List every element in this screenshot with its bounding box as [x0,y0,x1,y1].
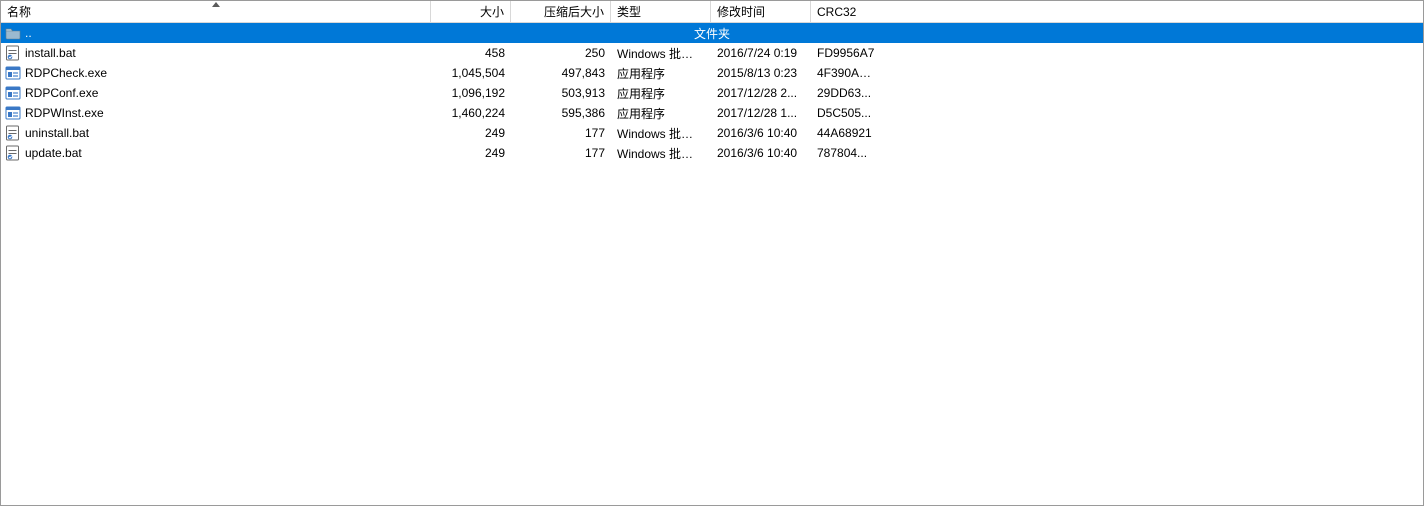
file-list-panel: 名称 大小 压缩后大小 类型 修改时间 CRC32 .. 文件夹 [0,0,1424,506]
file-compressed-size: 250 [511,46,611,60]
column-header-modified[interactable]: 修改时间 [711,1,811,22]
file-list-body: .. 文件夹 install.bat458250Windows 批处理...20… [1,23,1423,163]
column-header-compressed-size[interactable]: 压缩后大小 [511,1,611,22]
file-name: install.bat [25,46,76,60]
file-size: 249 [431,126,511,140]
parent-folder-row[interactable]: .. 文件夹 [1,23,1423,43]
file-type: Windows 批处理... [611,125,711,142]
file-type: 应用程序 [611,65,711,82]
file-row[interactable]: uninstall.bat 249177Windows 批处理...2016/3/… [1,123,1423,143]
file-crc32: D5C505... [811,106,881,120]
file-modified: 2017/12/28 2... [711,86,811,100]
file-modified: 2016/3/6 10:40 [711,146,811,160]
file-compressed-size: 595,386 [511,106,611,120]
application-icon [5,85,21,101]
file-name: RDPCheck.exe [25,66,107,80]
application-icon [5,105,21,121]
file-size: 1,045,504 [431,66,511,80]
file-crc32: 44A68921 [811,126,881,140]
application-icon [5,65,21,81]
file-compressed-size: 503,913 [511,86,611,100]
file-size: 1,096,192 [431,86,511,100]
file-size: 249 [431,146,511,160]
column-header-crc32[interactable]: CRC32 [811,1,881,22]
file-modified: 2017/12/28 1... [711,106,811,120]
file-type: Windows 批处理... [611,45,711,62]
file-modified: 2016/7/24 0:19 [711,46,811,60]
file-name: RDPConf.exe [25,86,98,100]
file-name: uninstall.bat [25,126,89,140]
file-type: Windows 批处理... [611,145,711,162]
file-crc32: 4F390AEA [811,66,881,80]
file-crc32: FD9956A7 [811,46,881,60]
file-row[interactable]: RDPWInst.exe 1,460,224595,386应用程序2017/12/… [1,103,1423,123]
file-crc32: 787804... [811,146,881,160]
file-row[interactable]: update.bat 249177Windows 批处理...2016/3/6 1… [1,143,1423,163]
column-header-name[interactable]: 名称 [1,1,431,22]
column-header-size[interactable]: 大小 [431,1,511,22]
file-name: update.bat [25,146,82,160]
column-header-type[interactable]: 类型 [611,1,711,22]
file-crc32: 29DD63... [811,86,881,100]
file-size: 1,460,224 [431,106,511,120]
file-size: 458 [431,46,511,60]
folder-icon [5,25,21,41]
file-modified: 2015/8/13 0:23 [711,66,811,80]
file-row[interactable]: install.bat 458250Windows 批处理...2016/7/24… [1,43,1423,63]
file-type: 应用程序 [611,105,711,122]
file-compressed-size: 177 [511,146,611,160]
file-type: 应用程序 [611,85,711,102]
column-headers: 名称 大小 压缩后大小 类型 修改时间 CRC32 [1,1,1423,23]
file-modified: 2016/3/6 10:40 [711,126,811,140]
file-row[interactable]: RDPCheck.exe 1,045,504497,843应用程序2015/8/1… [1,63,1423,83]
parent-folder-name: .. [25,26,32,40]
batch-file-icon [5,45,21,61]
file-compressed-size: 177 [511,126,611,140]
batch-file-icon [5,125,21,141]
file-compressed-size: 497,843 [511,66,611,80]
file-row[interactable]: RDPConf.exe 1,096,192503,913应用程序2017/12/2… [1,83,1423,103]
file-name: RDPWInst.exe [25,106,104,120]
batch-file-icon [5,145,21,161]
